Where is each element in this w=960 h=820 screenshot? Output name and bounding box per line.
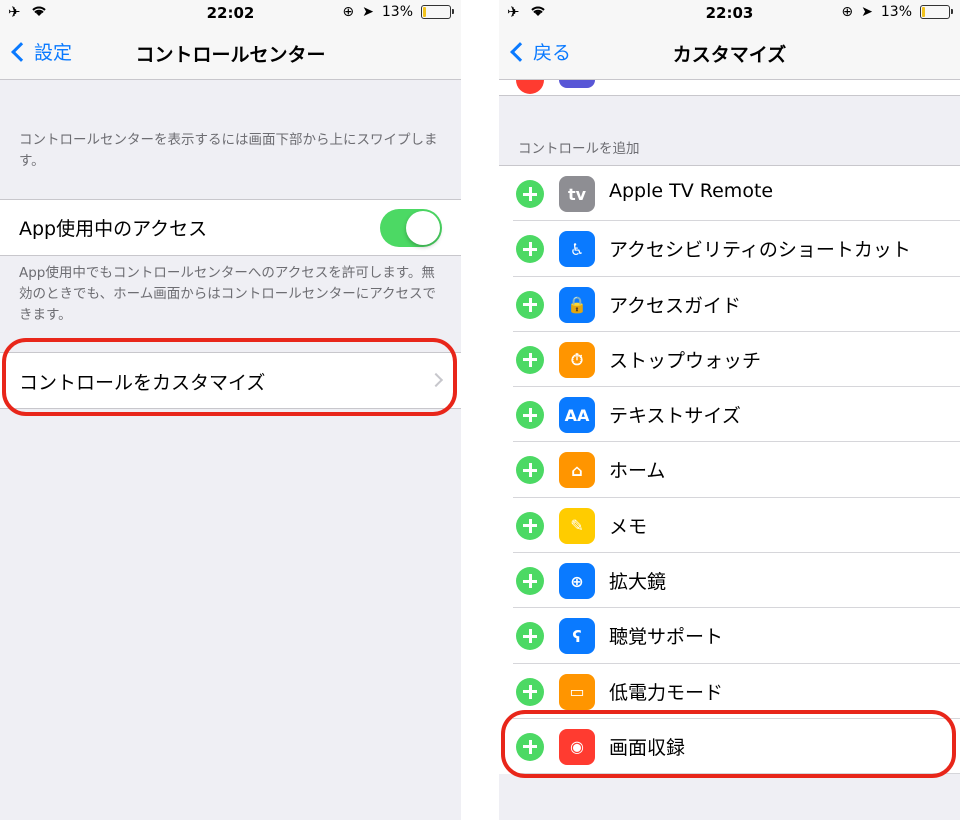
control-center-description: コントロールセンターを表示するには画面下部から上にスワイプします。 xyxy=(19,132,438,169)
partial-list-row xyxy=(499,60,960,96)
add-control-button[interactable] xyxy=(516,456,544,485)
access-within-apps-toggle[interactable] xyxy=(380,209,442,247)
list-item-label: ストップウォッチ xyxy=(609,349,762,372)
list-item[interactable]: ✎ メモ xyxy=(499,498,960,554)
add-control-button[interactable] xyxy=(516,290,544,319)
add-controls-list: tv Apple TV Remote ♿ アクセシビリティのショートカット 🔒 アクセスガ… xyxy=(499,165,960,775)
battery-icon xyxy=(920,5,953,19)
status-bar: ✈ 22:03 ⊕ ➤ 13% xyxy=(499,0,960,26)
list-item[interactable]: 🔒 アクセスガイド xyxy=(499,277,960,332)
status-bar: ✈ 22:02 ⊕ ➤ 13% xyxy=(0,0,461,26)
list-item-label: アクセシビリティのショートカット xyxy=(609,239,911,262)
page-title: コントロールセンター xyxy=(135,44,326,66)
access-within-apps-row: App使用中のアクセス xyxy=(0,199,461,256)
add-control-button[interactable] xyxy=(516,622,544,651)
list-item[interactable]: ⊕ 拡大鏡 xyxy=(499,553,960,609)
access-within-apps-label: App使用中のアクセス xyxy=(19,218,208,240)
notes-icon: ✎ xyxy=(559,507,595,544)
rotation-lock-icon: ⊕ xyxy=(841,4,854,20)
ear-icon: ʕ xyxy=(559,618,595,655)
navigation-bar: 戻る カスタマイズ xyxy=(499,26,960,80)
add-control-button[interactable] xyxy=(516,401,544,430)
magnifier-icon: ⊕ xyxy=(559,563,595,600)
battery-icon: ▭ xyxy=(559,673,595,710)
location-icon: ➤ xyxy=(362,4,374,20)
add-control-button[interactable] xyxy=(516,235,544,264)
list-item[interactable]: ʕ 聴覚サポート xyxy=(499,608,960,664)
home-icon: ⌂ xyxy=(559,452,595,489)
list-item-label: ホーム xyxy=(609,460,666,483)
section-header: コントロールを追加 xyxy=(518,141,640,157)
list-item-label: アクセスガイド xyxy=(609,294,742,317)
highlight-annotation xyxy=(501,710,956,778)
lock-icon: 🔒 xyxy=(559,286,595,323)
text-size-icon: AA xyxy=(559,397,595,434)
access-within-apps-description: App使用中でもコントロールセンターへのアクセスを許可します。無効のときでも、ホ… xyxy=(19,265,437,323)
battery-percent: 13% xyxy=(880,4,912,20)
battery-icon xyxy=(421,5,454,19)
list-item-label: 低電力モード xyxy=(609,681,724,704)
list-item[interactable]: AA テキストサイズ xyxy=(499,387,960,443)
battery-percent: 13% xyxy=(381,4,413,20)
customize-screen-right: ✈ 22:03 ⊕ ➤ 13% 戻る カスタマイズ コントロールを追加 tv Ap… xyxy=(499,0,960,820)
settings-screen-left: ✈ 22:02 ⊕ ➤ 13% 設定 コントロールセンター コントロールセンター… xyxy=(0,0,461,820)
stopwatch-icon: ⏱ xyxy=(559,341,595,378)
list-item-label: テキストサイズ xyxy=(609,405,741,428)
add-control-button[interactable] xyxy=(516,180,544,208)
list-item-label: メモ xyxy=(609,515,648,538)
highlight-annotation xyxy=(2,338,457,416)
add-control-button[interactable] xyxy=(516,345,544,374)
list-item-label: 拡大鏡 xyxy=(609,571,667,594)
add-control-button[interactable] xyxy=(516,677,544,706)
add-control-button[interactable] xyxy=(516,511,544,540)
list-item-label: Apple TV Remote xyxy=(609,180,774,202)
list-item[interactable]: ♿ アクセシビリティのショートカット xyxy=(499,221,960,277)
accessibility-icon: ♿ xyxy=(559,231,595,268)
list-item[interactable]: ⌂ ホーム xyxy=(499,442,960,498)
list-item-label: 聴覚サポート xyxy=(609,626,724,649)
list-item[interactable]: tv Apple TV Remote xyxy=(499,166,960,222)
add-control-button[interactable] xyxy=(516,567,544,596)
location-icon: ➤ xyxy=(861,4,873,20)
apple-tv-icon: tv xyxy=(559,176,595,212)
list-item[interactable]: ⏱ ストップウォッチ xyxy=(499,332,960,388)
page-title: カスタマイズ xyxy=(672,44,787,66)
rotation-lock-icon: ⊕ xyxy=(342,4,355,20)
navigation-bar: 設定 コントロールセンター xyxy=(0,26,461,80)
